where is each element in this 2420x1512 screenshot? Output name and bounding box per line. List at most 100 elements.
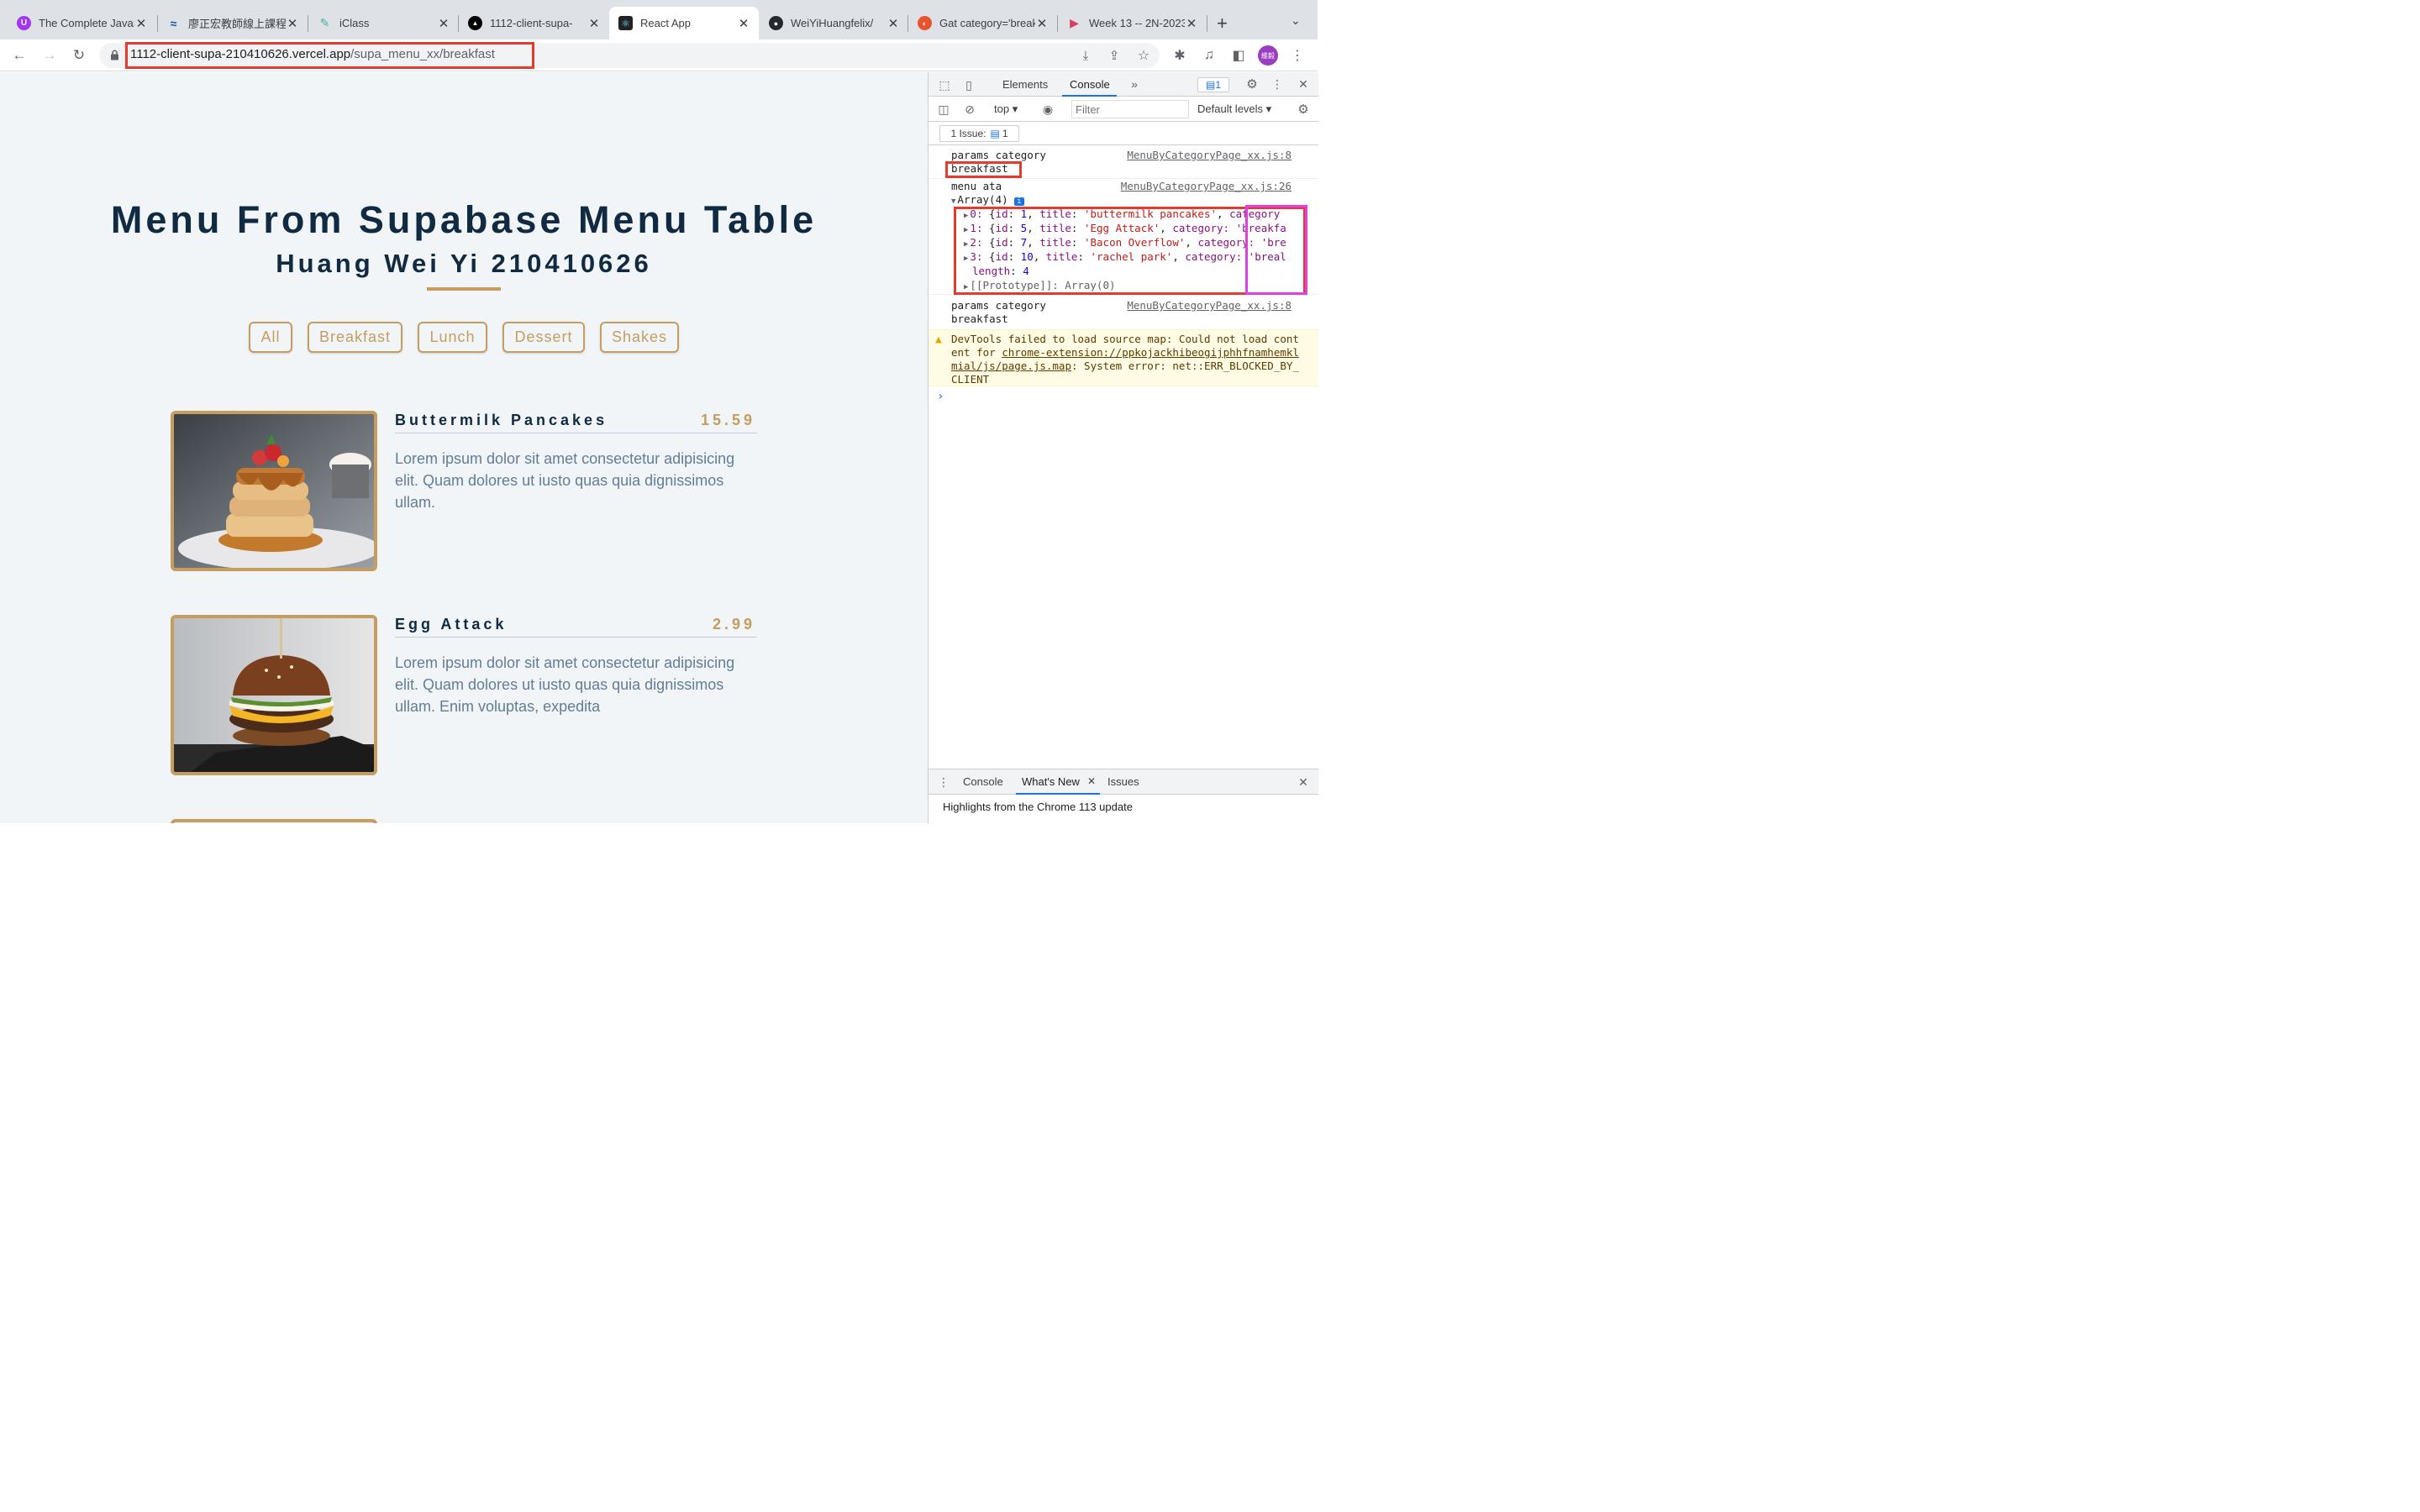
- tab-elements[interactable]: Elements: [1002, 78, 1048, 91]
- annotation-box-url: [125, 42, 534, 69]
- close-icon[interactable]: ✕: [1185, 17, 1198, 31]
- side-panel-icon[interactable]: ◧: [1228, 45, 1249, 66]
- back-icon[interactable]: ←: [8, 45, 30, 66]
- tab-label: iClass: [339, 17, 370, 29]
- log-levels-select[interactable]: Default levels ▾: [1197, 102, 1271, 116]
- console-warning: ▲ DevTools failed to load source map: Co…: [929, 329, 1318, 386]
- menu-item-photo-partial: [171, 819, 377, 823]
- close-icon[interactable]: ✕: [286, 17, 299, 31]
- reload-icon[interactable]: ↻: [68, 45, 90, 66]
- burger-photo: [171, 615, 377, 775]
- close-icon[interactable]: ✕: [1035, 17, 1049, 31]
- source-link[interactable]: MenuByCategoryPage_xx.js:26: [1121, 180, 1292, 192]
- close-drawer-icon[interactable]: ✕: [1296, 774, 1311, 790]
- vercel-icon: ▲: [468, 16, 482, 30]
- close-icon[interactable]: ✕: [886, 17, 900, 31]
- chevron-down-icon[interactable]: ⌄: [1291, 13, 1301, 28]
- clear-console-icon[interactable]: ⊘: [962, 102, 977, 117]
- media-icon[interactable]: ♫: [1198, 45, 1220, 66]
- annotation-box-breakfast: [945, 161, 1022, 178]
- filter-button-breakfast[interactable]: Breakfast: [308, 322, 402, 353]
- filter-input[interactable]: [1071, 100, 1189, 118]
- close-icon[interactable]: ✕: [587, 17, 601, 31]
- settings-gear-icon[interactable]: ⚙: [1244, 76, 1260, 92]
- bookmark-star-icon[interactable]: ☆: [1133, 45, 1155, 66]
- filter-button-shakes[interactable]: Shakes: [600, 322, 679, 353]
- item-divider: [395, 637, 757, 638]
- live-expression-eye-icon[interactable]: ◉: [1040, 102, 1055, 117]
- issue-message-icon: ▤: [990, 128, 1000, 139]
- issues-count: 1: [1002, 128, 1008, 139]
- log-levels-label: Default levels: [1197, 102, 1264, 115]
- close-icon[interactable]: ✕: [737, 17, 750, 31]
- drawer-tab-issues[interactable]: Issues: [1107, 775, 1139, 788]
- source-link[interactable]: MenuByCategoryPage_xx.js:8: [1127, 299, 1292, 312]
- pancakes-photo: [171, 411, 377, 571]
- video-icon: ▶: [1070, 16, 1079, 29]
- annotation-box-category: [1245, 205, 1307, 295]
- drawer-menu-dots-icon[interactable]: ⋮: [936, 774, 951, 790]
- issues-bar: 1 Issue: ▤ 1: [929, 122, 1318, 145]
- tab-udemy[interactable]: U The Complete JavaScript ✕: [0, 7, 156, 39]
- filter-button-lunch[interactable]: Lunch: [418, 322, 487, 353]
- tab-label: Week 13 -- 2N-2023: [1089, 17, 1185, 29]
- item-title: Buttermilk Pancakes: [395, 412, 608, 428]
- tab-react-app[interactable]: ⚛ React App ✕: [609, 7, 759, 39]
- menu-dots-icon[interactable]: ⋮: [1270, 76, 1285, 92]
- message-badge[interactable]: ▤ 1: [1197, 77, 1229, 92]
- drawer-tab-console[interactable]: Console: [963, 775, 1003, 788]
- extensions-icon[interactable]: ✱: [1169, 45, 1191, 66]
- drawer-tab-whats-new[interactable]: What's New: [1022, 775, 1080, 788]
- issues-button[interactable]: 1 Issue: ▤ 1: [939, 125, 1019, 142]
- drawer-tabbar: ⋮ Console What's New ✕ Issues ✕: [929, 769, 1318, 795]
- console-prompt-chevron-icon[interactable]: ›: [937, 390, 944, 403]
- device-toolbar-icon[interactable]: ▯: [961, 77, 976, 92]
- context-label: top: [994, 102, 1010, 115]
- warning-text: DevTools failed to load source map: Coul…: [951, 333, 1304, 386]
- devtools-tabbar: ⬚ ▯ Elements Console » ▤ 1 ⚙ ⋮ ✕: [929, 72, 1318, 97]
- close-icon[interactable]: ✕: [437, 17, 450, 31]
- lock-icon: [111, 50, 118, 60]
- log-text: params category: [951, 149, 1046, 161]
- more-tabs-icon[interactable]: »: [1127, 76, 1142, 92]
- close-icon[interactable]: ✕: [1087, 775, 1096, 787]
- inspect-element-icon[interactable]: ⬚: [937, 77, 952, 92]
- message-badge-count: 1: [1215, 79, 1222, 91]
- close-icon[interactable]: ✕: [134, 17, 148, 31]
- tab-course[interactable]: ≈ 廖正宏教師線上課程 ✕: [150, 7, 308, 39]
- page-subtitle: Huang Wei Yi 210410626: [276, 249, 652, 278]
- new-tab-icon[interactable]: +: [1217, 13, 1228, 34]
- menu-item: Buttermilk Pancakes 15.59 Lorem ipsum do…: [171, 411, 759, 572]
- react-icon: ⚛: [618, 16, 633, 30]
- message-icon: ▤: [1205, 79, 1216, 91]
- tab-iclass[interactable]: ✎ iClass ✕: [301, 7, 459, 39]
- console-toolbar: ◫ ⊘ top ▾ ◉ Default levels ▾ ⚙: [929, 97, 1318, 122]
- sidebar-toggle-icon[interactable]: ◫: [936, 102, 951, 117]
- tab-label: 廖正宏教師線上課程: [188, 18, 286, 30]
- drawer-active-indicator: [1016, 793, 1100, 795]
- iclass-icon: ✎: [319, 16, 330, 29]
- page-title: Menu From Supabase Menu Table: [110, 198, 818, 241]
- source-link[interactable]: MenuByCategoryPage_xx.js:8: [1127, 149, 1292, 161]
- tab-label: React App: [640, 17, 691, 29]
- devtools-panel: ⬚ ▯ Elements Console » ▤ 1 ⚙ ⋮ ✕ ◫ ⊘ top…: [928, 72, 1318, 823]
- log-value: breakfast: [951, 312, 1008, 325]
- tab-supabase[interactable]: ◐ Gat category='breakfast' ✕: [901, 7, 1057, 39]
- avatar[interactable]: 維毅: [1258, 45, 1278, 66]
- filter-button-dessert[interactable]: Dessert: [502, 322, 585, 353]
- item-description: Lorem ipsum dolor sit amet consectetur a…: [395, 654, 735, 715]
- tab-github[interactable]: ● WeiYiHuangfelix/ ✕: [752, 7, 908, 39]
- forward-icon[interactable]: →: [39, 45, 60, 66]
- tab-console[interactable]: Console: [1070, 78, 1110, 91]
- title-underline: [427, 287, 501, 291]
- context-select[interactable]: top ▾: [994, 102, 1018, 116]
- array-expander[interactable]: ▼ Array(4) i: [951, 193, 1024, 206]
- install-icon[interactable]: ⤓: [1075, 45, 1097, 66]
- console-settings-gear-icon[interactable]: ⚙: [1296, 102, 1311, 117]
- tab-vercel[interactable]: ▲ 1112-client-supa- ✕: [451, 7, 609, 39]
- filter-button-all[interactable]: All: [249, 322, 292, 353]
- menu-dots-icon[interactable]: ⋮: [1286, 45, 1308, 66]
- close-devtools-icon[interactable]: ✕: [1296, 76, 1311, 92]
- tab-week13[interactable]: ▶ Week 13 -- 2N-2023 ✕: [1050, 7, 1207, 39]
- share-icon[interactable]: ⇪: [1103, 45, 1125, 66]
